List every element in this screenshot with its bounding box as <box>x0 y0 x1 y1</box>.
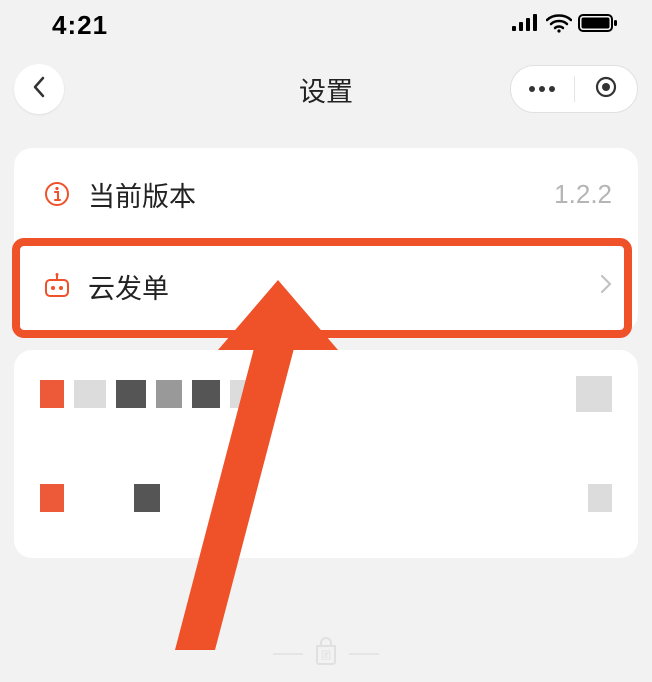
target-icon <box>595 76 617 103</box>
info-icon <box>40 181 74 207</box>
row-cloud-dispatch[interactable]: 云发单 <box>14 240 638 332</box>
settings-card: 当前版本 1.2.2 云发单 <box>14 148 638 332</box>
footer-watermark: 团 <box>0 637 652 670</box>
capsule-close-button[interactable] <box>575 66 638 112</box>
robot-icon <box>40 273 74 299</box>
status-bar: 4:21 <box>0 0 652 50</box>
row-current-version: 当前版本 1.2.2 <box>14 148 638 240</box>
svg-text:团: 团 <box>321 650 331 662</box>
signal-icon <box>512 13 540 38</box>
status-icons <box>512 13 618 38</box>
version-label: 当前版本 <box>88 175 196 214</box>
wifi-icon <box>546 13 572 38</box>
more-icon <box>527 80 557 98</box>
redacted-card <box>14 350 638 558</box>
cloud-dispatch-label: 云发单 <box>88 267 169 306</box>
bag-icon: 团 <box>313 637 339 670</box>
chevron-right-icon <box>600 274 612 299</box>
redacted-row-2 <box>40 468 612 528</box>
redacted-row-1 <box>40 364 612 424</box>
nav-bar: 设置 <box>0 50 652 128</box>
battery-icon <box>578 13 618 38</box>
version-value: 1.2.2 <box>554 179 612 210</box>
back-button[interactable] <box>14 64 64 114</box>
capsule-menu-button[interactable] <box>511 66 574 112</box>
status-time: 4:21 <box>52 10 108 41</box>
chevron-left-icon <box>32 74 46 105</box>
mini-program-capsule <box>510 65 638 113</box>
